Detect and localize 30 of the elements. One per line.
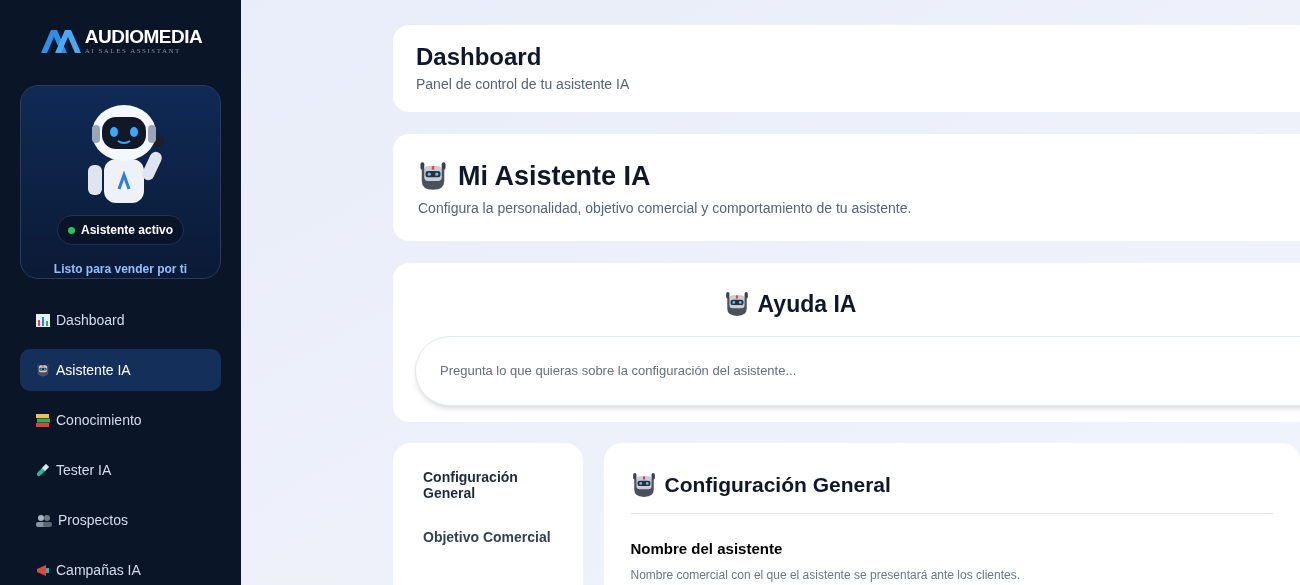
- nav-item[interactable]: Campañas IA: [20, 549, 221, 585]
- page-subtitle: Panel de control de tu asistente IA: [416, 75, 631, 94]
- nav-item[interactable]: Conocimiento: [20, 399, 221, 441]
- nav-item[interactable]: Dashboard: [20, 299, 221, 341]
- robot-icon: [418, 161, 448, 191]
- megaphone-icon: [36, 563, 50, 577]
- bar-chart-icon: [36, 313, 50, 327]
- config-title: Configuración General: [664, 472, 891, 498]
- nav-item[interactable]: Prospectos: [20, 499, 221, 541]
- logo-text: AUDIOMEDIA: [84, 27, 203, 47]
- section-tab[interactable]: Objetivo Comercial: [423, 529, 563, 545]
- field-hint: Nombre comercial con el que el asistente se presentará ante los clientes.: [630, 567, 1022, 584]
- section-title: Mi Asistente IA: [458, 160, 651, 192]
- section-subtitle: Configura la personalidad, objetivo comercial y comportamiento de tu asistente.: [418, 199, 913, 218]
- assistant-caption: Listo para vender por ti: [53, 261, 188, 278]
- field-label: Nombre del asistente: [630, 538, 784, 559]
- test-tube-icon: [36, 463, 50, 477]
- logo-icon: [38, 28, 81, 54]
- help-input-field[interactable]: Pregunta lo que quieras sobre la configuración del asistente...: [415, 335, 1300, 406]
- people-icon: [36, 513, 52, 527]
- page-title: Dashboard: [416, 43, 543, 71]
- robot-icon: [723, 291, 750, 318]
- nav-item[interactable]: Asistente IA: [20, 349, 221, 391]
- robot-icon: [630, 471, 657, 498]
- books-icon: [36, 413, 50, 427]
- status-text: Asistente activo: [80, 222, 173, 239]
- help-title: Ayuda IA: [757, 290, 857, 319]
- robot-icon: [36, 363, 50, 377]
- section-tab[interactable]: Configuración General: [423, 469, 563, 501]
- nav-item[interactable]: Tester IA: [20, 449, 221, 491]
